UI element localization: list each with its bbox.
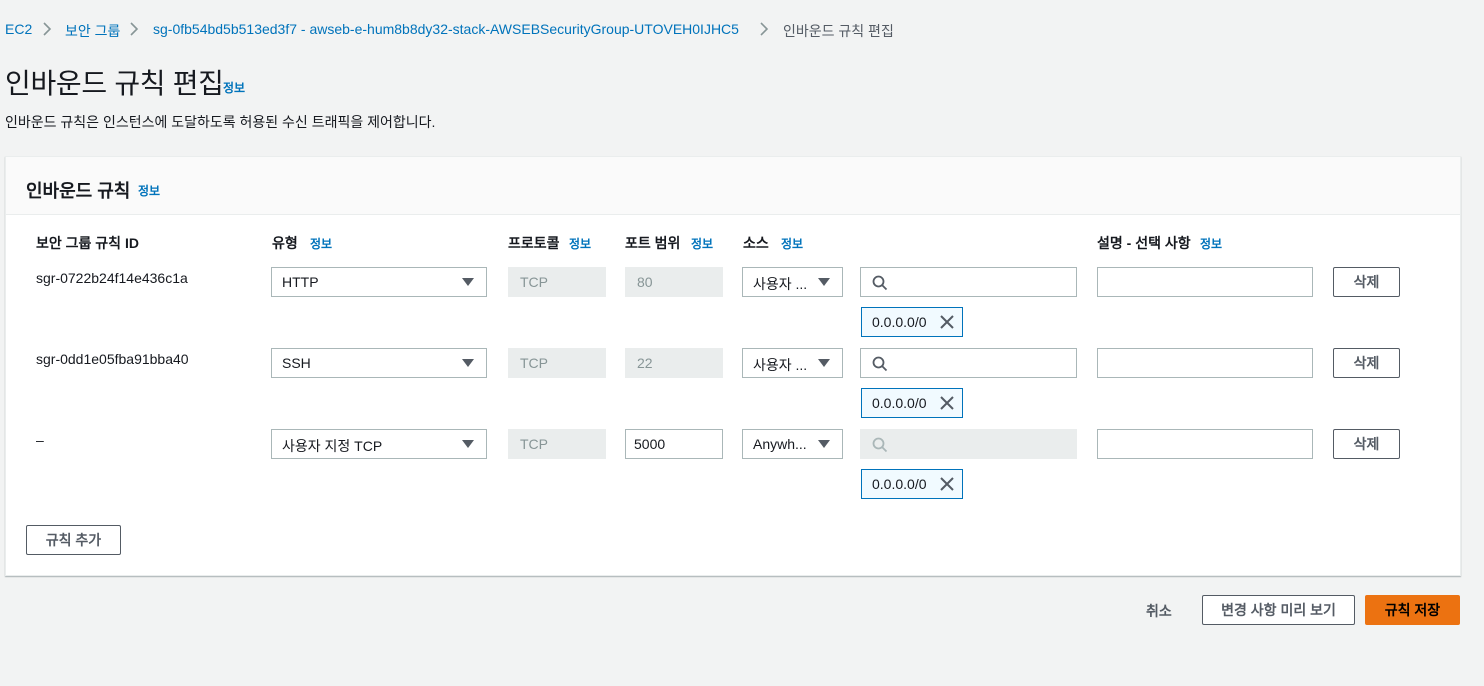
- type-select[interactable]: SSH: [271, 348, 487, 378]
- chevron-right-icon: [760, 22, 769, 36]
- type-select[interactable]: HTTP: [271, 267, 487, 297]
- col-protocol-info-link[interactable]: 정보: [569, 235, 591, 252]
- save-rules-button[interactable]: 규칙 저장: [1365, 595, 1460, 625]
- col-source: 소스: [743, 235, 769, 251]
- source-select-value: 사용자 ...: [753, 276, 808, 292]
- search-icon: [872, 437, 888, 453]
- description-field[interactable]: [1097, 348, 1313, 378]
- protocol-field: TCP: [508, 348, 606, 378]
- cidr-token: 0.0.0.0/0: [861, 388, 963, 418]
- col-type: 유형: [272, 235, 298, 251]
- col-port-info-link[interactable]: 정보: [691, 235, 713, 252]
- cidr-search-input: [860, 429, 1077, 459]
- breadcrumb-security-groups[interactable]: 보안 그룹: [65, 21, 120, 41]
- caret-down-icon: [818, 440, 830, 448]
- cidr-search-input[interactable]: [860, 267, 1077, 297]
- type-select-value: HTTP: [282, 274, 319, 290]
- source-select-value: Anywh...: [753, 436, 807, 452]
- caret-down-icon: [462, 440, 474, 448]
- protocol-field: TCP: [508, 267, 606, 297]
- description-field[interactable]: [1097, 429, 1313, 459]
- cidr-token: 0.0.0.0/0: [861, 469, 963, 499]
- col-type-info-link[interactable]: 정보: [310, 235, 332, 252]
- page-info-link[interactable]: 정보: [223, 79, 245, 96]
- type-select-value: 사용자 지정 TCP: [282, 438, 383, 454]
- caret-down-icon: [818, 359, 830, 367]
- rule-id: –: [36, 432, 44, 448]
- description-field[interactable]: [1097, 267, 1313, 297]
- cidr-token-label: 0.0.0.0/0: [872, 314, 927, 330]
- search-icon: [872, 275, 888, 291]
- cidr-token: 0.0.0.0/0: [861, 307, 963, 337]
- breadcrumb-security-group[interactable]: sg-0fb54bd5b513ed3f7 - awseb-e-hum8b8dy3…: [153, 21, 739, 37]
- page-title-text: 인바운드 규칙 편집: [5, 68, 224, 99]
- rule-id: sgr-0722b24f14e436c1a: [36, 270, 188, 286]
- caret-down-icon: [818, 278, 830, 286]
- inbound-rules-panel: 인바운드 규칙 정보 보안 그룹 규칙 ID 유형 정보 프로토콜 정보 포트 …: [5, 156, 1461, 576]
- cancel-button[interactable]: 취소: [1146, 601, 1172, 621]
- source-select-value: 사용자 ...: [753, 357, 808, 373]
- page-title: 인바운드 규칙 편집: [5, 62, 224, 102]
- col-source-info-link[interactable]: 정보: [781, 235, 803, 252]
- col-protocol: 프로토콜: [508, 235, 560, 251]
- page-description: 인바운드 규칙은 인스턴스에 도달하도록 허용된 수신 트래픽을 제어합니다.: [5, 114, 436, 130]
- caret-down-icon: [462, 359, 474, 367]
- search-icon: [872, 356, 888, 372]
- source-select[interactable]: 사용자 ...: [742, 267, 843, 297]
- breadcrumb-current: 인바운드 규칙 편집: [783, 23, 894, 39]
- col-description: 설명 - 선택 사항: [1097, 235, 1191, 251]
- chevron-right-icon: [43, 22, 52, 36]
- port-range-field: 22: [625, 348, 723, 378]
- col-description-info-link[interactable]: 정보: [1200, 235, 1222, 252]
- cidr-token-label: 0.0.0.0/0: [872, 395, 927, 411]
- caret-down-icon: [462, 278, 474, 286]
- col-port-range: 포트 범위: [625, 235, 681, 251]
- close-icon[interactable]: [939, 395, 955, 411]
- delete-button[interactable]: 삭제: [1333, 348, 1400, 378]
- delete-button[interactable]: 삭제: [1333, 429, 1400, 459]
- cidr-token-label: 0.0.0.0/0: [872, 476, 927, 492]
- cidr-search-input[interactable]: [860, 348, 1077, 378]
- add-rule-button[interactable]: 규칙 추가: [26, 525, 121, 555]
- panel-info-link[interactable]: 정보: [138, 182, 160, 199]
- source-select[interactable]: Anywh...: [742, 429, 843, 459]
- chevron-right-icon: [130, 22, 139, 36]
- delete-button[interactable]: 삭제: [1333, 267, 1400, 297]
- breadcrumb-ec2[interactable]: EC2: [5, 21, 32, 37]
- protocol-field: TCP: [508, 429, 606, 459]
- rule-id: sgr-0dd1e05fba91bba40: [36, 351, 189, 367]
- close-icon[interactable]: [939, 476, 955, 492]
- panel-title: 인바운드 규칙: [26, 181, 131, 201]
- preview-changes-button[interactable]: 변경 사항 미리 보기: [1202, 595, 1355, 625]
- col-rule-id: 보안 그룹 규칙 ID: [36, 235, 139, 251]
- panel-header: 인바운드 규칙 정보: [6, 157, 1460, 215]
- type-select[interactable]: 사용자 지정 TCP: [271, 429, 487, 459]
- port-range-input[interactable]: 5000: [625, 429, 723, 459]
- source-select[interactable]: 사용자 ...: [742, 348, 843, 378]
- type-select-value: SSH: [282, 355, 311, 371]
- close-icon[interactable]: [939, 314, 955, 330]
- port-range-field: 80: [625, 267, 723, 297]
